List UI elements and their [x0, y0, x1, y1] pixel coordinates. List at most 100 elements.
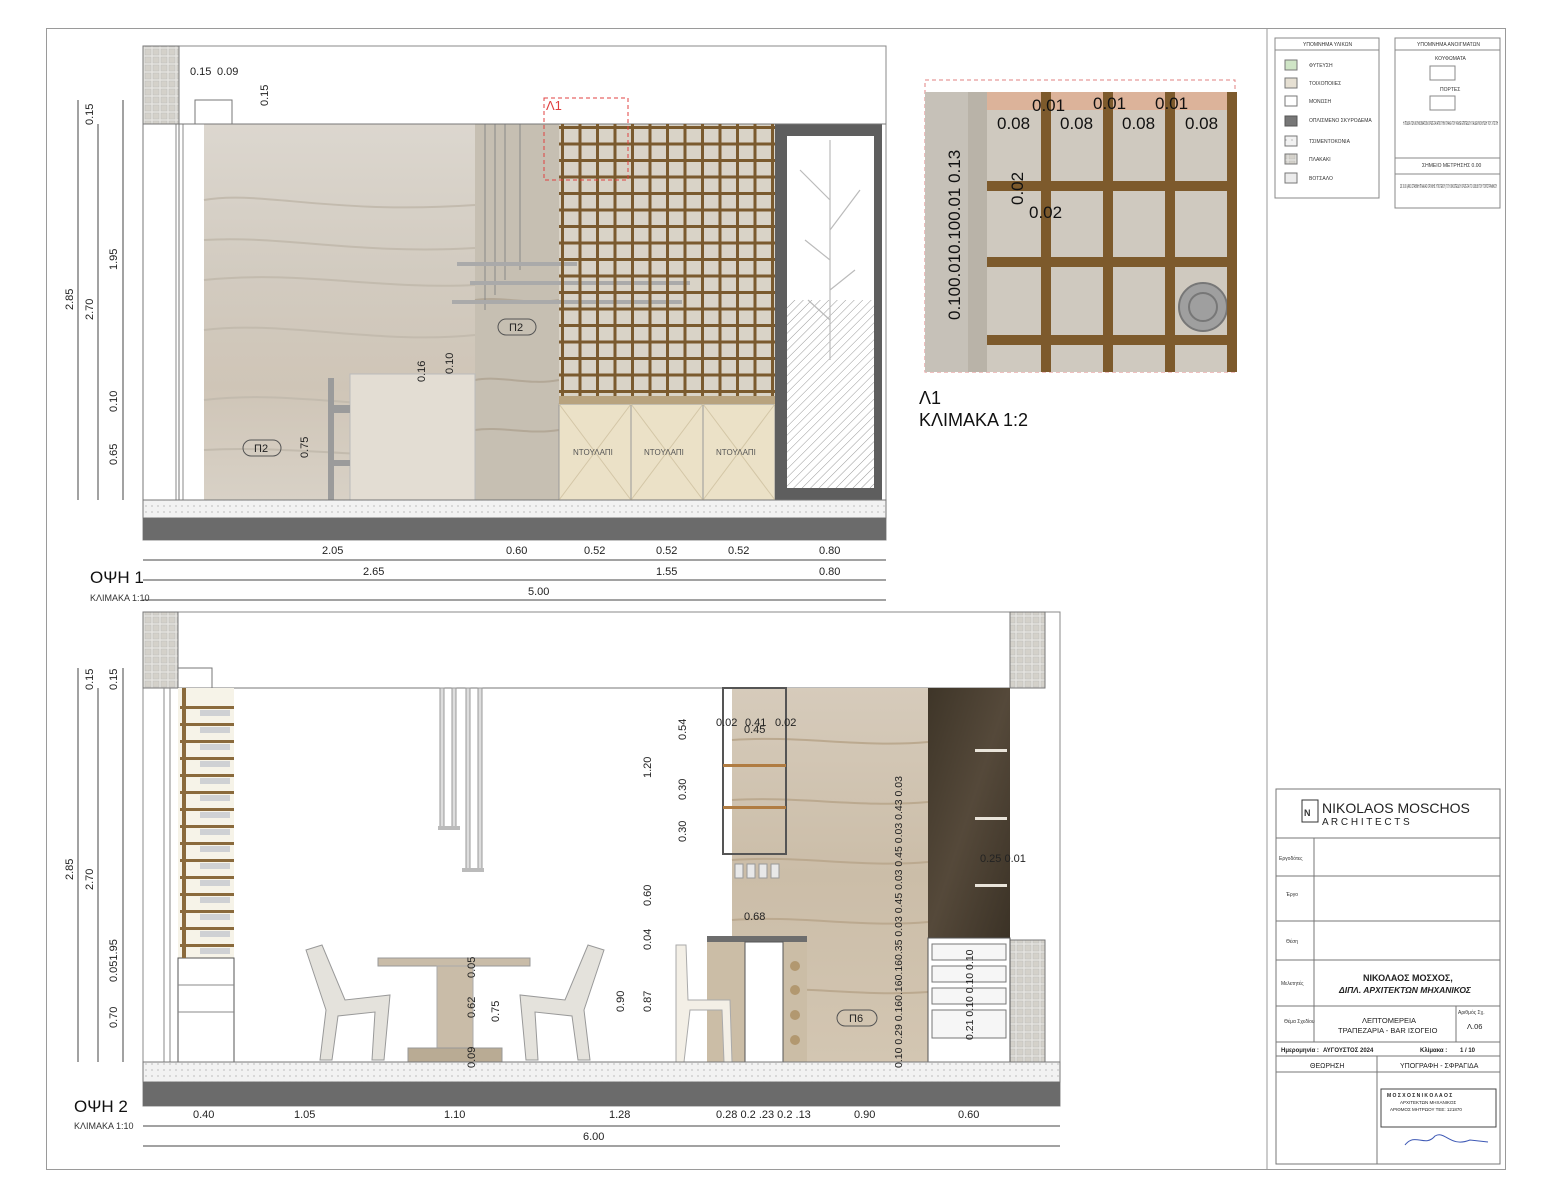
v1-b1-1: 0.60: [506, 545, 527, 557]
v2-v087: 0.87: [642, 991, 654, 1012]
tb-sheetno: Λ.06: [1467, 1022, 1482, 1031]
v2-v030b: 0.30: [677, 821, 689, 842]
v2-b1-4: 0.28 0.2 .23 0.2 .13: [716, 1109, 811, 1121]
v1-d010: 0.10: [444, 353, 456, 374]
v2-d002b: 0.02: [775, 717, 796, 729]
tb-review: ΘΕΩΡΗΣΗ: [1310, 1063, 1344, 1070]
v2-b2: 6.00: [583, 1131, 604, 1143]
view2-elevation: [142, 611, 1061, 1107]
detail-top-large-2: 0.08: [1122, 114, 1155, 133]
v2-v090: 0.90: [615, 991, 627, 1012]
detail-scale: ΚΛΙΜΑΚΑ 1:2: [919, 410, 1028, 430]
legend-item-3: ΟΠΛΙΣΜΕΝΟ ΣΚΥΡΟΔΕΜΑ: [1309, 118, 1372, 124]
v2-b1-2: 1.10: [444, 1109, 465, 1121]
v1-b2-1: 1.55: [656, 566, 677, 578]
tb-subject-label: Θέμα Σχεδίου: [1284, 1018, 1315, 1025]
v1-h195: 1.95: [108, 249, 120, 270]
legend-item-0: ΦΥΤΕΥΣΗ: [1309, 63, 1333, 69]
v2-b1-1: 1.05: [294, 1109, 315, 1121]
tb-stamp-1: Μ Ο Σ Χ Ο Σ Ν Ι Κ Ο Λ Α Ο Σ: [1387, 1093, 1452, 1099]
legend-item-2: ΜΟΝΩΣΗ: [1309, 99, 1331, 105]
v1-drawer-3: ΝΤΟΥΛΑΠΙ: [716, 448, 756, 457]
detail-top-large-0: 0.08: [997, 114, 1030, 133]
tb-stamp-2: ΑΡΧΙΤΕΚΤΩΝ ΜΗΧΑΝΙΚΟΣ: [1400, 1100, 1456, 1105]
view1-scale: ΚΛΙΜΑΚΑ 1:10: [90, 593, 150, 603]
v1-b1-5: 0.80: [819, 545, 840, 557]
v1-drawer-1: ΝΤΟΥΛΑΠΙ: [573, 448, 613, 457]
firm-sub: A R C H I T E C T S: [1322, 817, 1410, 828]
legend-item-5: ΠΛΑΚΑΚΙ: [1309, 157, 1331, 163]
v2-v054: 0.54: [677, 719, 689, 740]
legend-note1: Η ΠΟΔΙΑ ΤΩΝ ΚΟΥΦΩΜΑΤΩΝ ΟΡΙΖΕΤΑΙ ΑΠΟ ΤΗΝ …: [1403, 121, 1498, 127]
drawing-canvas: Λ1 2.85 2.70 0.15 1.95 0.10 0.65 0.15 0.…: [64, 28, 1501, 1170]
tb-designer-title: ΔΙΠΛ. ΑΡΧΙΤΕΚΤΩΝ ΜΗΧΑΝΙΚΟΣ: [1338, 985, 1472, 995]
v2-right-vertical: 0.10 0.29 0.160.160.160.35 0.03 0.45 0.0…: [893, 776, 905, 1068]
legend-doors: ΠΟΡΤΕΣ: [1440, 87, 1460, 93]
v2-h270: 2.70: [84, 869, 96, 890]
detail-top-small-0: 0.01: [1032, 96, 1065, 115]
tb-designer-name: ΝΙΚΟΛΑΟΣ ΜΟΣΧΟΣ,: [1363, 973, 1453, 983]
detail-top-small-1: 0.01: [1093, 94, 1126, 113]
detail-top-small-2: 0.01: [1155, 94, 1188, 113]
v2-h015b: 0.15: [108, 669, 120, 690]
detail-top-large-3: 0.08: [1185, 114, 1218, 133]
tb-subject-2: ΤΡΑΠΕΖΑΡΙΑ - BAR ΙΣΟΓΕΙΟ: [1338, 1026, 1438, 1035]
v2-w041: 0.41: [745, 717, 766, 729]
legend-item-1: ΤΟΙΧΟΠΟΙΙΕΣ: [1309, 81, 1341, 87]
detail-top-large-1: 0.08: [1060, 114, 1093, 133]
detail-inner-h: 0.02: [1029, 203, 1062, 222]
v2-t005: 0.05: [466, 957, 478, 978]
firm-name: NIKOLAOS MOSCHOS: [1322, 800, 1470, 816]
tb-subject-1: ΛΕΠΤΟΜΕΡΕΙΑ: [1362, 1016, 1416, 1025]
tb-stamp-3: ΑΡΙΘΜΟΣ ΜΗΤΡΩΟΥ ΤΕΕ: 121870: [1390, 1107, 1462, 1112]
v1-h010: 0.10: [108, 391, 120, 412]
v1-b1-0: 2.05: [322, 545, 343, 557]
view1-detail-tag: Λ1: [546, 98, 562, 113]
legend-note3: ΩΣ 0.00 (ΑΝΩ ΣΤΑΘΜΗ ΠΛΑΚΑΣ ΟΡΟΦΗΣ ΥΠΟΓΕΙ…: [1400, 184, 1497, 190]
v2-b1-5: 0.90: [854, 1109, 875, 1121]
v1-d075: 0.75: [299, 437, 311, 458]
v2-v120: 1.20: [642, 757, 654, 778]
view1-title: ΟΨΗ 1: [90, 568, 144, 587]
v2-d002a: 0.02: [716, 717, 737, 729]
tb-location-label: Θέση: [1286, 938, 1298, 945]
v1-b2-2: 0.80: [819, 566, 840, 578]
v1-top-b: 0.09: [217, 66, 238, 78]
view2-scale: ΚΛΙΜΑΚΑ 1:10: [74, 1121, 134, 1131]
v2-v060: 0.60: [642, 885, 654, 906]
v1-drawer-2: ΝΤΟΥΛΑΠΙ: [644, 448, 684, 457]
v2-w068: 0.68: [744, 911, 765, 923]
legend-note2: ΣΗΜΕΙΟ ΜΕΤΡΗΣΗΣ 0.00: [1422, 163, 1482, 169]
v2-h070: 0.70: [108, 1007, 120, 1028]
v1-h015: 0.15: [84, 104, 96, 125]
v1-h270: 2.70: [84, 299, 96, 320]
v2-h285: 2.85: [64, 859, 76, 880]
tb-date-label: Ημερομηνία :: [1281, 1048, 1319, 1054]
detail-title: Λ1: [919, 388, 941, 408]
v1-h065: 0.65: [108, 444, 120, 465]
v2-right-vertical2: 0.21 0.10 0.10 0.10: [964, 949, 976, 1040]
detail-inner-v: 0.02: [1008, 172, 1027, 205]
v2-t075: 0.75: [490, 1001, 502, 1022]
v2-v004: 0.04: [642, 929, 654, 950]
v1-tag-p2a: Π2: [509, 322, 523, 334]
right-panel: ΥΠΟΜΝΗΜΑ ΥΛΙΚΩΝ ΦΥΤΕΥΣΗ ΤΟΙΧΟΠΟΙΙΕΣ ΜΟΝΩ…: [1266, 28, 1501, 1170]
legend-openings-title: ΥΠΟΜΝΗΜΑ ΑΝΟΙΓΜΑΤΩΝ: [1417, 42, 1480, 48]
v2-t062: 0.62: [466, 997, 478, 1018]
tb-client-label: Εργοδότες: [1279, 855, 1303, 862]
v1-top-c: 0.15: [259, 85, 271, 106]
view2-title: ΟΨΗ 2: [74, 1097, 128, 1116]
detail-left-vertical: 0.100.010.100.01 0.13: [945, 150, 964, 320]
v1-top-a: 0.15: [190, 66, 211, 78]
v1-b3: 5.00: [528, 586, 549, 598]
v2-t009: 0.09: [466, 1047, 478, 1068]
legend-materials-title: ΥΠΟΜΝΗΜΑ ΥΛΙΚΩΝ: [1303, 42, 1353, 48]
v1-b1-2: 0.52: [584, 545, 605, 557]
v2-dark-dims: 0.25 0.01: [980, 853, 1026, 865]
tb-sheetno-label: Αριθμός Σχ.: [1458, 1009, 1485, 1016]
tb-designers-label: Μελετητές: [1281, 980, 1304, 987]
v1-h285: 2.85: [64, 289, 76, 310]
v2-h195: 0.051.95: [108, 939, 120, 982]
v1-d016: 0.16: [416, 361, 428, 382]
tb-scale-label: Κλίμακα :: [1420, 1048, 1447, 1054]
